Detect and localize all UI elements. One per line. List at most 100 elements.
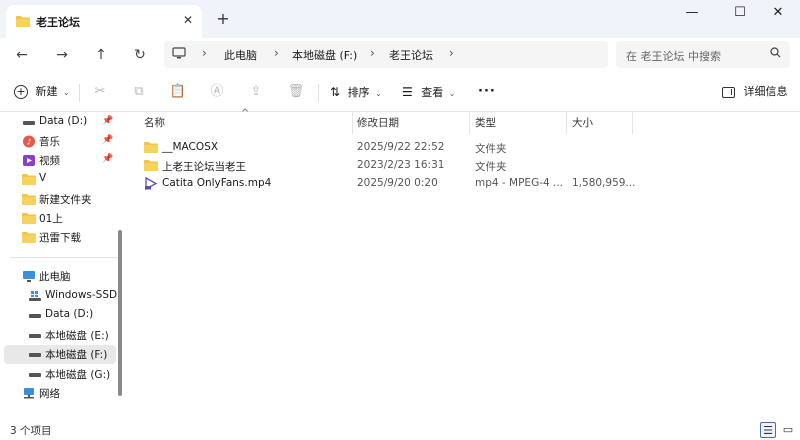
pin-icon: 📌 <box>102 116 114 126</box>
sidebar-item-drive-e[interactable]: 本地磁盘 (E:) <box>4 326 116 345</box>
sort-button-label: 排序 <box>347 86 370 99</box>
breadcrumb-current-folder[interactable]: 老王论坛 <box>389 47 433 63</box>
sidebar-item-label: 本地磁盘 (E:) <box>45 330 109 342</box>
refresh-icon[interactable]: ↻ <box>128 43 152 67</box>
sidebar-item-label: Data (D:) <box>45 308 94 320</box>
cut-icon[interactable]: ✂ <box>90 82 110 102</box>
column-header-type[interactable]: 类型 <box>475 112 496 134</box>
file-row[interactable]: Catita OnlyFans.mp4 2025/9/20 0:20 mp4 -… <box>130 174 800 193</box>
status-bar: 3 个项目 ☰ ▭ <box>0 420 800 440</box>
folder-icon <box>16 15 30 30</box>
sidebar-item-videos[interactable]: 视频 📌 <box>4 151 116 170</box>
view-button[interactable]: ☰ 查看 ⌄ <box>402 80 455 104</box>
sidebar-item-drive-d[interactable]: Data (D:) <box>4 306 116 325</box>
column-header-size[interactable]: 大小 <box>572 112 593 134</box>
copy-icon[interactable]: ⧉ <box>129 82 149 102</box>
forward-arrow-icon[interactable]: → <box>50 43 74 67</box>
sidebar-item-label: Windows-SSD <box>45 289 118 301</box>
folder-icon <box>22 193 36 206</box>
sidebar-item-01-up[interactable]: 01上 <box>4 209 116 228</box>
sidebar-scrollbar[interactable] <box>118 230 122 396</box>
address-bar[interactable]: › 此电脑 › 本地磁盘 (F:) › 老王论坛 › <box>164 41 608 68</box>
file-modified: 2023/2/23 16:31 <box>357 159 445 171</box>
share-icon[interactable]: ⇪ <box>246 82 266 102</box>
chevron-right-icon[interactable]: › <box>370 46 375 60</box>
sidebar-item-drive-g[interactable]: 本地磁盘 (G:) <box>4 365 116 384</box>
more-options-icon[interactable]: ··· <box>478 80 496 104</box>
search-placeholder: 在 老王论坛 中搜索 <box>626 50 721 63</box>
file-type: 文件夹 <box>475 161 507 173</box>
breadcrumb-drive-f[interactable]: 本地磁盘 (F:) <box>292 47 357 63</box>
close-window-icon[interactable]: ✕ <box>758 2 798 24</box>
file-name: Catita OnlyFans.mp4 <box>162 177 272 189</box>
up-arrow-icon[interactable]: ↑ <box>89 43 113 67</box>
sidebar-item-data-d[interactable]: Data (D:) 📌 <box>4 113 116 132</box>
drive-icon <box>28 309 42 322</box>
column-divider[interactable] <box>469 112 470 134</box>
sidebar-item-this-pc[interactable]: 此电脑 <box>4 267 116 286</box>
sidebar-item-label: 新建文件夹 <box>39 194 92 206</box>
breadcrumb-this-pc[interactable]: 此电脑 <box>224 47 257 63</box>
paste-icon[interactable]: 📋 <box>168 82 188 102</box>
sidebar-item-network[interactable]: 网络 <box>4 384 116 403</box>
computer-icon <box>22 270 36 283</box>
toolbar-divider <box>79 84 80 102</box>
details-pane-label: 详细信息 <box>743 85 788 98</box>
tiles-view-icon[interactable]: ▭ <box>780 422 796 438</box>
new-tab-icon[interactable]: + <box>214 10 232 28</box>
file-modified: 2025/9/20 0:20 <box>357 177 438 189</box>
column-header-modified[interactable]: 修改日期 <box>357 112 399 134</box>
chevron-down-icon: ⌄ <box>448 89 456 98</box>
chevron-right-icon[interactable]: › <box>202 46 207 60</box>
music-icon: ♪ <box>22 135 36 148</box>
sidebar-divider <box>10 257 118 258</box>
item-count: 3 个项目 <box>10 425 52 437</box>
video-icon <box>22 154 36 167</box>
plus-circle-icon: + <box>14 85 28 99</box>
chevron-down-icon: ⌄ <box>375 89 382 98</box>
minimize-icon[interactable]: — <box>672 2 712 24</box>
details-pane-icon <box>722 86 735 98</box>
chevron-right-icon[interactable]: › <box>449 46 454 60</box>
view-list-icon: ☰ <box>402 85 413 99</box>
details-view-icon[interactable]: ☰ <box>760 422 776 438</box>
column-divider[interactable] <box>352 112 353 134</box>
column-divider[interactable] <box>632 112 633 134</box>
tab-current-folder[interactable]: 老王论坛 ✕ <box>6 5 202 38</box>
new-button[interactable]: + 新建 ⌄ <box>14 80 70 104</box>
file-size: 1,580,959... <box>572 177 636 189</box>
folder-icon <box>144 159 158 174</box>
file-type: 文件夹 <box>475 143 507 155</box>
sidebar-item-new-folder[interactable]: 新建文件夹 <box>4 190 116 209</box>
delete-icon[interactable]: 🗑 <box>286 82 306 102</box>
sidebar-item-v[interactable]: V <box>4 170 116 189</box>
close-tab-icon[interactable]: ✕ <box>180 12 196 28</box>
navigation-bar: ← → ↑ ↻ › 此电脑 › 本地磁盘 (F:) › 老王论坛 › 在 老王论… <box>0 38 800 72</box>
back-arrow-icon[interactable]: ← <box>10 43 34 67</box>
search-input[interactable]: 在 老王论坛 中搜索 <box>616 41 790 68</box>
sort-button[interactable]: ⇅ 排序 ⌄ <box>330 80 382 104</box>
drive-icon <box>22 116 36 129</box>
view-button-label: 查看 <box>421 86 444 99</box>
drive-icon <box>28 368 42 381</box>
file-explorer-window: 老王论坛 ✕ + — ☐ ✕ ← → ↑ ↻ › 此电脑 › 本地磁盘 (F:)… <box>0 0 800 440</box>
file-row[interactable]: __MACOSX 2025/9/22 22:52 文件夹 <box>130 138 800 157</box>
sidebar-item-music[interactable]: ♪ 音乐 📌 <box>4 132 116 151</box>
new-button-label: 新建 <box>35 85 58 98</box>
maximize-icon[interactable]: ☐ <box>720 2 760 24</box>
column-divider[interactable] <box>566 112 567 134</box>
sidebar-item-drive-f[interactable]: 本地磁盘 (F:) <box>4 345 116 364</box>
column-header-name[interactable]: 名称 <box>144 112 165 134</box>
folder-icon <box>22 173 36 186</box>
sidebar-item-label: 视频 <box>39 155 60 167</box>
file-modified: 2025/9/22 22:52 <box>357 141 445 153</box>
sidebar-item-xunlei[interactable]: 迅雷下载 <box>4 228 116 247</box>
rename-icon[interactable]: Ⓐ <box>207 82 227 102</box>
toolbar-divider <box>318 84 319 102</box>
computer-icon <box>172 47 186 62</box>
chevron-right-icon[interactable]: › <box>274 46 279 60</box>
sidebar-item-windows-ssd[interactable]: Windows-SSD <box>4 287 118 306</box>
tab-title: 老王论坛 <box>36 16 80 29</box>
file-row[interactable]: 上老王论坛当老王 2023/2/23 16:31 文件夹 <box>130 156 800 175</box>
details-pane-button[interactable]: 详细信息 <box>722 80 788 104</box>
